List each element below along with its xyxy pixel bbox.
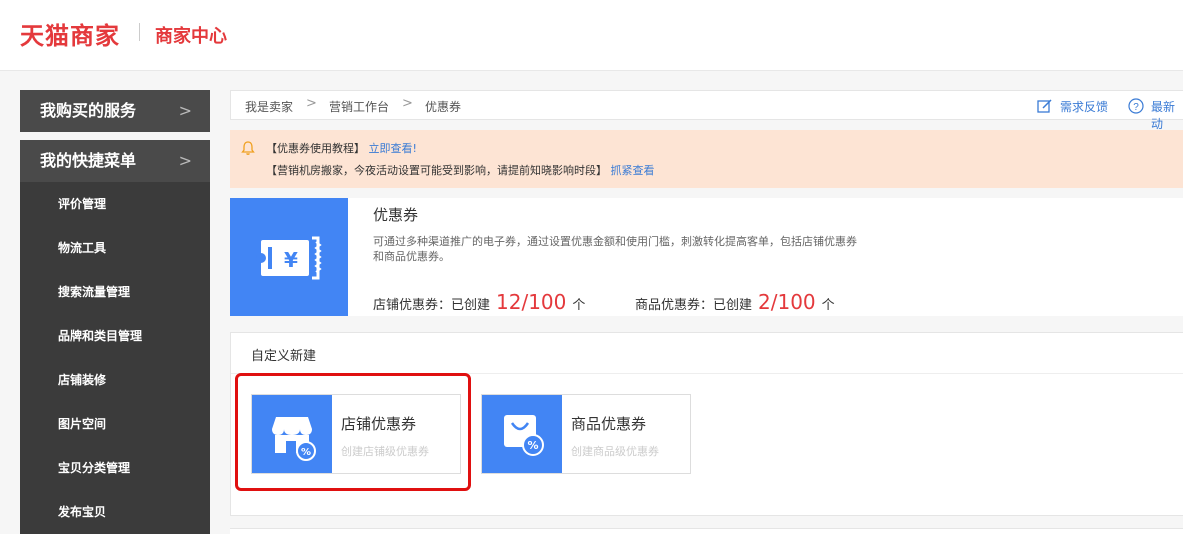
feedback-link[interactable]: 需求反馈: [1060, 98, 1108, 115]
chevron-right-icon: >: [178, 101, 192, 120]
notice-banner: 【优惠券使用教程】 立即查看! 【营销机房搬家，今夜活动设置可能受到影响，请提前…: [230, 130, 1183, 188]
svg-text:%: %: [527, 439, 538, 452]
sidebar-item-brand-category[interactable]: 品牌和类目管理: [20, 314, 210, 358]
breadcrumb: 我是卖家 > 营销工作台 > 优惠券 需求反馈 ? 最新动: [230, 90, 1183, 131]
breadcrumb-item-marketing[interactable]: 营销工作台: [329, 98, 389, 115]
sidebar-section-label: 我购买的服务: [40, 101, 137, 120]
stat-label: 商品优惠券：已创建: [635, 298, 753, 313]
breadcrumb-item-seller[interactable]: 我是卖家: [245, 98, 293, 115]
stat-unit: 个: [821, 298, 835, 313]
breadcrumb-separator: >: [402, 96, 413, 111]
sidebar-section-label: 我的快捷菜单: [40, 151, 137, 170]
product-coupon-card[interactable]: % 商品优惠券 创建商品级优惠券: [481, 394, 691, 474]
product-coupon-icon: %: [482, 395, 562, 473]
quick-menu-list: 评价管理 物流工具 搜索流量管理 品牌和类目管理 店铺装修 图片空间 宝贝分类管…: [20, 182, 210, 534]
custom-create-title: 自定义新建: [251, 349, 317, 364]
stat-unit: 个: [572, 298, 586, 313]
notice-text: 【优惠券使用教程】: [266, 142, 365, 155]
coupon-summary-panel: ¥ 优惠券 可通过多种渠道推广的电子券，通过设置优惠金额和使用门槛，刺激转化提高…: [230, 198, 1183, 316]
stat-label: 店铺优惠券：已创建: [373, 298, 491, 313]
sidebar-section-purchased-services[interactable]: 我购买的服务 >: [20, 90, 210, 132]
chevron-right-icon: >: [178, 151, 192, 170]
sidebar-item-image-space[interactable]: 图片空间: [20, 402, 210, 446]
product-coupon-stat: 商品优惠券：已创建 2/100 个: [635, 290, 835, 314]
sidebar-item-publish-item[interactable]: 发布宝贝: [20, 490, 210, 534]
stat-value: 12/100: [496, 290, 567, 314]
stat-value: 2/100: [758, 290, 816, 314]
shop-coupon-stat: 店铺优惠券：已创建 12/100 个: [373, 290, 585, 314]
svg-text:?: ?: [1133, 102, 1139, 113]
breadcrumb-item-coupon: 优惠券: [425, 100, 462, 114]
edit-icon[interactable]: [1037, 98, 1053, 114]
notice-line-migration: 【营销机房搬家，今夜活动设置可能受到影响，请提前知晓影响时段】 抓紧查看: [266, 162, 655, 178]
header-subtitle[interactable]: 商家中心: [155, 22, 227, 48]
bell-icon: [240, 140, 256, 156]
help-icon[interactable]: ?: [1128, 98, 1144, 114]
sidebar: 我购买的服务 > 我的快捷菜单 > 评价管理 物流工具 搜索流量管理 品牌和类目…: [20, 90, 210, 534]
top-header: 天猫商家 商家中心: [0, 0, 1183, 71]
notice-text: 【营销机房搬家，今夜活动设置可能受到影响，请提前知晓影响时段】: [266, 164, 607, 177]
sidebar-item-search-traffic[interactable]: 搜索流量管理: [20, 270, 210, 314]
brand-logo[interactable]: 天猫商家: [20, 16, 120, 51]
breadcrumb-separator: >: [306, 96, 317, 111]
card-title: 商品优惠券: [571, 415, 647, 433]
tutorial-link[interactable]: 立即查看!: [369, 142, 417, 155]
coupon-title: 优惠券: [373, 206, 419, 224]
notice-line-tutorial: 【优惠券使用教程】 立即查看!: [266, 140, 417, 156]
header-divider: [139, 23, 140, 41]
highlight-annotation-box: [235, 373, 471, 491]
sidebar-item-item-category[interactable]: 宝贝分类管理: [20, 446, 210, 490]
sidebar-item-logistics-tools[interactable]: 物流工具: [20, 226, 210, 270]
latest-news-link[interactable]: 最新动: [1151, 98, 1183, 132]
migration-link[interactable]: 抓紧查看: [611, 164, 655, 177]
coupon-description: 可通过多种渠道推广的电子券，通过设置优惠金额和使用门槛，刺激转化提高客单，包括店…: [373, 235, 857, 263]
card-subtitle: 创建商品级优惠券: [571, 445, 659, 458]
sidebar-section-quick-menu[interactable]: 我的快捷菜单 >: [20, 140, 210, 182]
sidebar-item-review-management[interactable]: 评价管理: [20, 182, 210, 226]
coupon-icon: ¥: [230, 198, 348, 316]
sidebar-item-shop-decoration[interactable]: 店铺装修: [20, 358, 210, 402]
svg-text:¥: ¥: [284, 248, 298, 272]
